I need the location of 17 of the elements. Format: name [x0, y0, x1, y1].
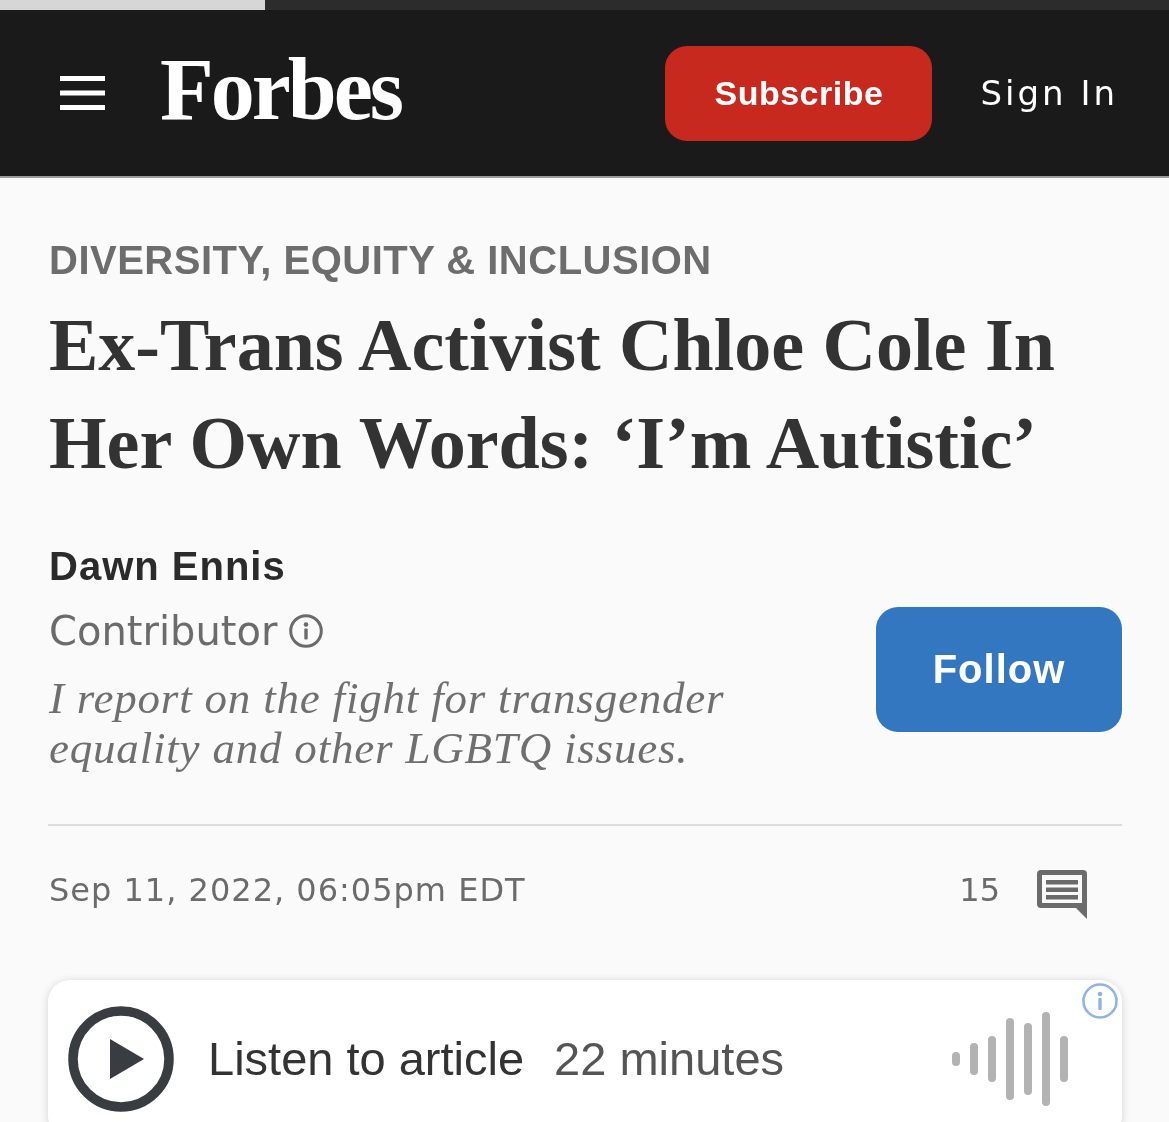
audio-duration: 22 minutes — [554, 1030, 784, 1087]
comment-icon[interactable] — [1037, 870, 1087, 919]
subscribe-button[interactable]: Subscribe — [665, 45, 933, 141]
author-name[interactable]: Dawn Ennis — [49, 542, 286, 590]
sign-in-link[interactable]: Sign In — [980, 72, 1118, 114]
author-bio: I report on the fight for transgender equality and other LGBTQ issues. — [49, 673, 726, 773]
site-logo[interactable]: Forbes — [160, 46, 402, 140]
category-link[interactable]: DIVERSITY, EQUITY & INCLUSION — [49, 236, 712, 284]
publish-date: Sep 11, 2022, 06:05pm EDT — [49, 869, 526, 910]
menu-icon[interactable] — [60, 76, 105, 110]
play-icon[interactable] — [68, 1006, 174, 1112]
listen-label: Listen to article — [208, 1030, 525, 1087]
comment-count: 15 — [959, 869, 1000, 910]
author-role: Contributor — [49, 607, 278, 655]
article-title: Ex-Trans Activist Chloe Cole In Her Own Words: ‘I’m Autistic’ — [49, 303, 1056, 486]
info-icon[interactable] — [289, 614, 324, 648]
follow-button[interactable]: Follow — [876, 607, 1122, 732]
